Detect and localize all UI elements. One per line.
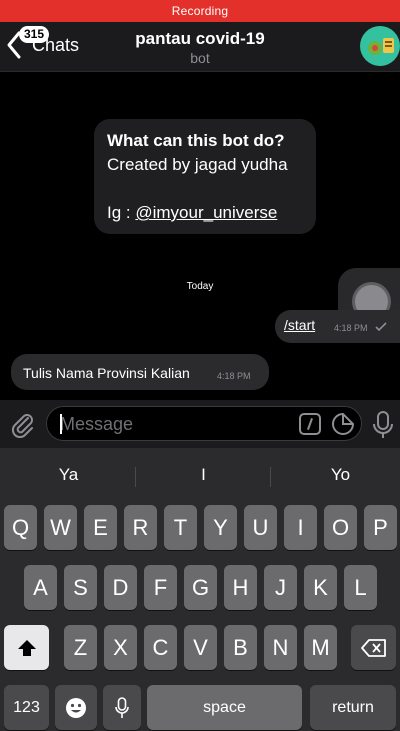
- key-o[interactable]: O: [324, 505, 357, 550]
- key-d[interactable]: D: [104, 565, 137, 610]
- emoji-key[interactable]: [55, 685, 97, 730]
- suggestion-bar: Ya I Yo: [0, 458, 400, 494]
- return-key[interactable]: return: [310, 685, 396, 730]
- ig-prefix: Ig :: [107, 203, 136, 222]
- microphone-icon: [115, 696, 129, 718]
- outgoing-message-time: 4:18 PM: [334, 323, 368, 333]
- key-j[interactable]: J: [264, 565, 297, 610]
- shift-key[interactable]: [4, 625, 49, 670]
- chat-title: pantau covid-19: [135, 29, 265, 48]
- key-e[interactable]: E: [84, 505, 117, 550]
- key-h[interactable]: H: [224, 565, 257, 610]
- suggestion-2[interactable]: I: [137, 465, 270, 485]
- key-g[interactable]: G: [184, 565, 217, 610]
- message-composer: [0, 400, 400, 448]
- read-check-icon: [375, 322, 387, 331]
- incoming-message[interactable]: Tulis Nama Provinsi Kalian 4:18 PM: [11, 354, 269, 390]
- key-r[interactable]: R: [124, 505, 157, 550]
- incoming-message-text: Tulis Nama Provinsi Kalian: [23, 365, 190, 381]
- key-p[interactable]: P: [364, 505, 397, 550]
- dictation-key[interactable]: [103, 685, 141, 730]
- text-caret: [60, 414, 62, 434]
- paperclip-icon[interactable]: [10, 412, 36, 438]
- ig-handle-link[interactable]: @imyour_universe: [135, 203, 277, 222]
- key-u[interactable]: U: [244, 505, 277, 550]
- suggestion-divider: [135, 467, 136, 487]
- recording-status-bar: Recording: [0, 0, 400, 22]
- key-t[interactable]: T: [164, 505, 197, 550]
- outgoing-message-text[interactable]: /start: [284, 317, 315, 333]
- key-c[interactable]: C: [144, 625, 177, 670]
- key-y[interactable]: Y: [204, 505, 237, 550]
- backspace-key[interactable]: [351, 625, 396, 670]
- key-w[interactable]: W: [44, 505, 77, 550]
- chat-header: Chats 315 pantau covid-19 bot: [0, 22, 400, 72]
- suggestion-1[interactable]: Ya: [2, 465, 135, 485]
- outgoing-message[interactable]: /start 4:18 PM: [275, 310, 400, 343]
- key-q[interactable]: Q: [4, 505, 37, 550]
- chat-subtitle: bot: [190, 50, 210, 66]
- key-l[interactable]: L: [344, 565, 377, 610]
- suggestion-divider: [270, 467, 271, 487]
- backspace-icon: [360, 638, 386, 657]
- key-n[interactable]: N: [264, 625, 297, 670]
- bot-info-card: What can this bot do? Created by jagad y…: [94, 119, 316, 234]
- shift-icon: [17, 639, 36, 656]
- message-field[interactable]: [46, 406, 362, 441]
- numbers-key[interactable]: 123: [4, 685, 49, 730]
- key-a[interactable]: A: [24, 565, 57, 610]
- bot-info-ig: Ig : @imyour_universe: [107, 201, 303, 225]
- keyboard: Ya I Yo Q W E R T Y U I O P A S D F G H …: [0, 448, 400, 731]
- bot-info-heading: What can this bot do?: [107, 131, 285, 150]
- virus-icon: [368, 38, 394, 55]
- bot-info-line: Created by jagad yudha: [107, 155, 288, 174]
- space-key[interactable]: space: [147, 685, 302, 730]
- key-x[interactable]: X: [104, 625, 137, 670]
- key-k[interactable]: K: [304, 565, 337, 610]
- key-b[interactable]: B: [224, 625, 257, 670]
- key-v[interactable]: V: [184, 625, 217, 670]
- key-i[interactable]: I: [284, 505, 317, 550]
- incoming-message-time: 4:18 PM: [217, 371, 251, 381]
- emoji-icon: [66, 697, 86, 718]
- sticker-icon[interactable]: [331, 412, 355, 436]
- bot-avatar[interactable]: [360, 26, 400, 66]
- message-input[interactable]: [60, 413, 280, 435]
- key-s[interactable]: S: [64, 565, 97, 610]
- recording-label: Recording: [171, 4, 229, 18]
- key-f[interactable]: F: [144, 565, 177, 610]
- key-m[interactable]: M: [304, 625, 337, 670]
- microphone-icon[interactable]: [373, 411, 393, 439]
- bot-commands-button[interactable]: [299, 413, 321, 435]
- message-list[interactable]: What can this bot do? Created by jagad y…: [0, 73, 400, 448]
- key-z[interactable]: Z: [64, 625, 97, 670]
- suggestion-3[interactable]: Yo: [274, 465, 400, 485]
